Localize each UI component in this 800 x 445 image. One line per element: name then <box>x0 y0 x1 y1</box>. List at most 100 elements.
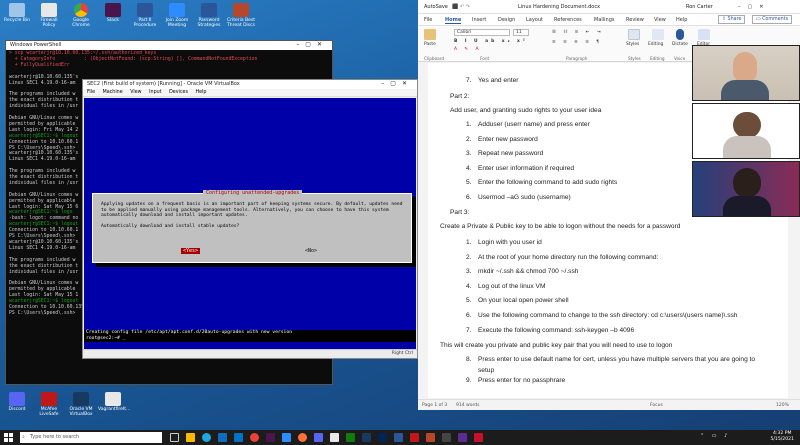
menu-help[interactable]: Help <box>196 90 207 95</box>
tab-design[interactable]: Design <box>498 17 515 23</box>
taskbar-clock[interactable]: 4:32 PM 5/15/2021 <box>770 431 794 443</box>
part3-intro: Create a Private & Public key to be able… <box>440 223 681 230</box>
window-controls[interactable]: –▢✕ <box>296 41 328 48</box>
user-name[interactable]: Ron Carter <box>686 4 713 10</box>
list-number: 6. <box>466 312 472 319</box>
tab-insert[interactable]: Insert <box>472 17 486 23</box>
desktop-icon-slack[interactable]: Slack <box>98 3 128 23</box>
edge-icon[interactable] <box>202 433 211 442</box>
taskbar-search-input[interactable]: ⌕ Type here to search <box>20 432 162 443</box>
list-buttons[interactable]: ☰ ☷ ≡ ⇤ ⇥ <box>552 30 604 35</box>
desktop-icon-mcafee[interactable]: McAfee LiveSafe <box>34 392 64 417</box>
desktop-icon-discord[interactable]: Discord <box>2 392 32 412</box>
font-name-select[interactable]: Calibri <box>454 29 510 36</box>
share-button[interactable]: ⇪ Share <box>718 15 746 24</box>
desktop-icon-firewall-policy[interactable]: Firewall Policy <box>34 3 64 28</box>
firefox-icon[interactable] <box>298 433 307 442</box>
desktop-icon-chrome[interactable]: Google Chrome <box>66 3 96 28</box>
desktop-icon-recycle-bin[interactable]: Recycle Bin <box>2 3 32 23</box>
start-button[interactable] <box>4 433 13 442</box>
editor-icon[interactable] <box>698 29 710 40</box>
file-icon <box>105 392 121 406</box>
terminal-icon[interactable] <box>442 433 451 442</box>
discord-icon[interactable] <box>314 433 323 442</box>
word-icon[interactable] <box>394 433 403 442</box>
editing-label: Editing <box>648 42 664 47</box>
menu-file[interactable]: File <box>87 90 95 95</box>
list-item: Adduser (userr name) and press enter <box>478 121 590 128</box>
ribbon-tabs: File Home Insert Design Layout Reference… <box>418 14 800 26</box>
store-icon[interactable] <box>218 433 227 442</box>
tab-layout[interactable]: Layout <box>526 17 543 23</box>
font-color-buttons[interactable]: A ✎ A <box>454 47 481 52</box>
desktop-icon-criteria[interactable]: Criteria Best Threat Discs <box>226 3 256 28</box>
window-controls[interactable]: –▢✕ <box>738 4 770 10</box>
tab-review[interactable]: Review <box>626 17 644 23</box>
mail-icon[interactable] <box>234 433 243 442</box>
desktop-icon-zoom[interactable]: Join Zoom Meeting <box>162 3 192 28</box>
tab-view[interactable]: View <box>654 17 666 23</box>
word-count[interactable]: 914 words <box>456 403 479 408</box>
desktop-icon-part-ii[interactable]: Part II Procedure <box>130 3 160 28</box>
autosave-toggle[interactable]: AutoSave <box>424 4 448 10</box>
slack-icon[interactable] <box>266 433 275 442</box>
file-explorer-icon[interactable] <box>186 433 195 442</box>
mcafee-icon <box>41 392 57 406</box>
align-buttons[interactable]: ≡ ≡ ≡ ≡ ¶ <box>552 40 602 45</box>
menu-devices[interactable]: Devices <box>169 90 188 95</box>
font-size-select[interactable]: 11 <box>513 29 529 36</box>
menu-input[interactable]: Input <box>149 90 161 95</box>
editing-icon[interactable] <box>652 29 664 40</box>
powerpoint-icon[interactable] <box>426 433 435 442</box>
chrome-icon[interactable] <box>250 433 259 442</box>
desktop-icon-password[interactable]: Password Strategies <box>194 3 224 28</box>
zoom-level[interactable]: 120% <box>776 403 789 408</box>
virtualbox-icon[interactable] <box>362 433 371 442</box>
system-tray[interactable]: ⌃ ▭ ♪ <box>700 433 730 439</box>
comments-button[interactable]: ▭ Comments <box>752 15 793 24</box>
focus-button[interactable]: Focus <box>650 403 663 408</box>
heading-part3: Part 3: <box>450 209 470 216</box>
tab-mailings[interactable]: Mailings <box>594 17 615 23</box>
app-icon[interactable] <box>410 433 419 442</box>
virtualbox-icon <box>73 392 89 406</box>
vm-screen[interactable]: Configuring unattended-upgrades Applying… <box>84 98 416 350</box>
zoom-icon[interactable] <box>282 433 291 442</box>
tab-file[interactable]: File <box>424 17 432 23</box>
powershell-icon[interactable] <box>378 433 387 442</box>
search-icon: ⌕ <box>22 434 25 440</box>
word-window[interactable]: AutoSave ⬛ ↶ ↷ Linux Hardening Document.… <box>418 0 800 410</box>
styles-icon[interactable] <box>628 29 640 40</box>
styles-label: Styles <box>626 42 640 47</box>
paste-icon[interactable] <box>424 29 436 40</box>
no-button[interactable]: <No> <box>303 248 319 254</box>
desktop-icon-virtualbox[interactable]: Oracle VM VirtualBox <box>66 392 96 417</box>
menu-machine[interactable]: Machine <box>103 90 123 95</box>
window-controls[interactable]: –▢✕ <box>381 80 413 87</box>
dialog-text: Applying updates on a frequent basis is … <box>101 202 403 229</box>
slack-icon <box>105 3 121 17</box>
microphone-icon[interactable] <box>676 29 684 40</box>
recorder-icon[interactable] <box>474 433 483 442</box>
word-titlebar[interactable]: AutoSave ⬛ ↶ ↷ Linux Hardening Document.… <box>418 0 800 14</box>
menu-view[interactable]: View <box>130 90 141 95</box>
list-number: 5. <box>466 179 472 187</box>
dialog-question: Automatically download and install stabl… <box>101 223 240 229</box>
group-editing: Editing <box>650 56 665 61</box>
teams-icon[interactable] <box>458 433 467 442</box>
desktop-icon-vagrant[interactable]: VagrantfireIt... <box>98 392 130 412</box>
powershell-titlebar[interactable]: Windows PowerShell –▢✕ <box>6 41 332 50</box>
task-view-icon[interactable] <box>170 433 179 442</box>
tab-help[interactable]: Help <box>676 17 687 23</box>
virtualbox-window[interactable]: SEC2 (First build of system) [Running] -… <box>82 79 418 359</box>
yes-button[interactable]: <Yes> <box>181 248 201 254</box>
tab-references[interactable]: References <box>554 17 582 23</box>
tab-home[interactable]: Home <box>445 17 462 24</box>
save-icon[interactable]: ⬛ ↶ ↷ <box>452 4 470 10</box>
xbox-icon[interactable] <box>346 433 355 442</box>
font-format-buttons[interactable]: B I U ab x₂ x² <box>454 39 528 44</box>
list-number: 9. <box>466 377 472 384</box>
page-count[interactable]: Page 1 of 3 <box>422 403 447 408</box>
notepad-icon[interactable] <box>330 433 339 442</box>
virtualbox-titlebar[interactable]: SEC2 (First build of system) [Running] -… <box>83 80 417 89</box>
